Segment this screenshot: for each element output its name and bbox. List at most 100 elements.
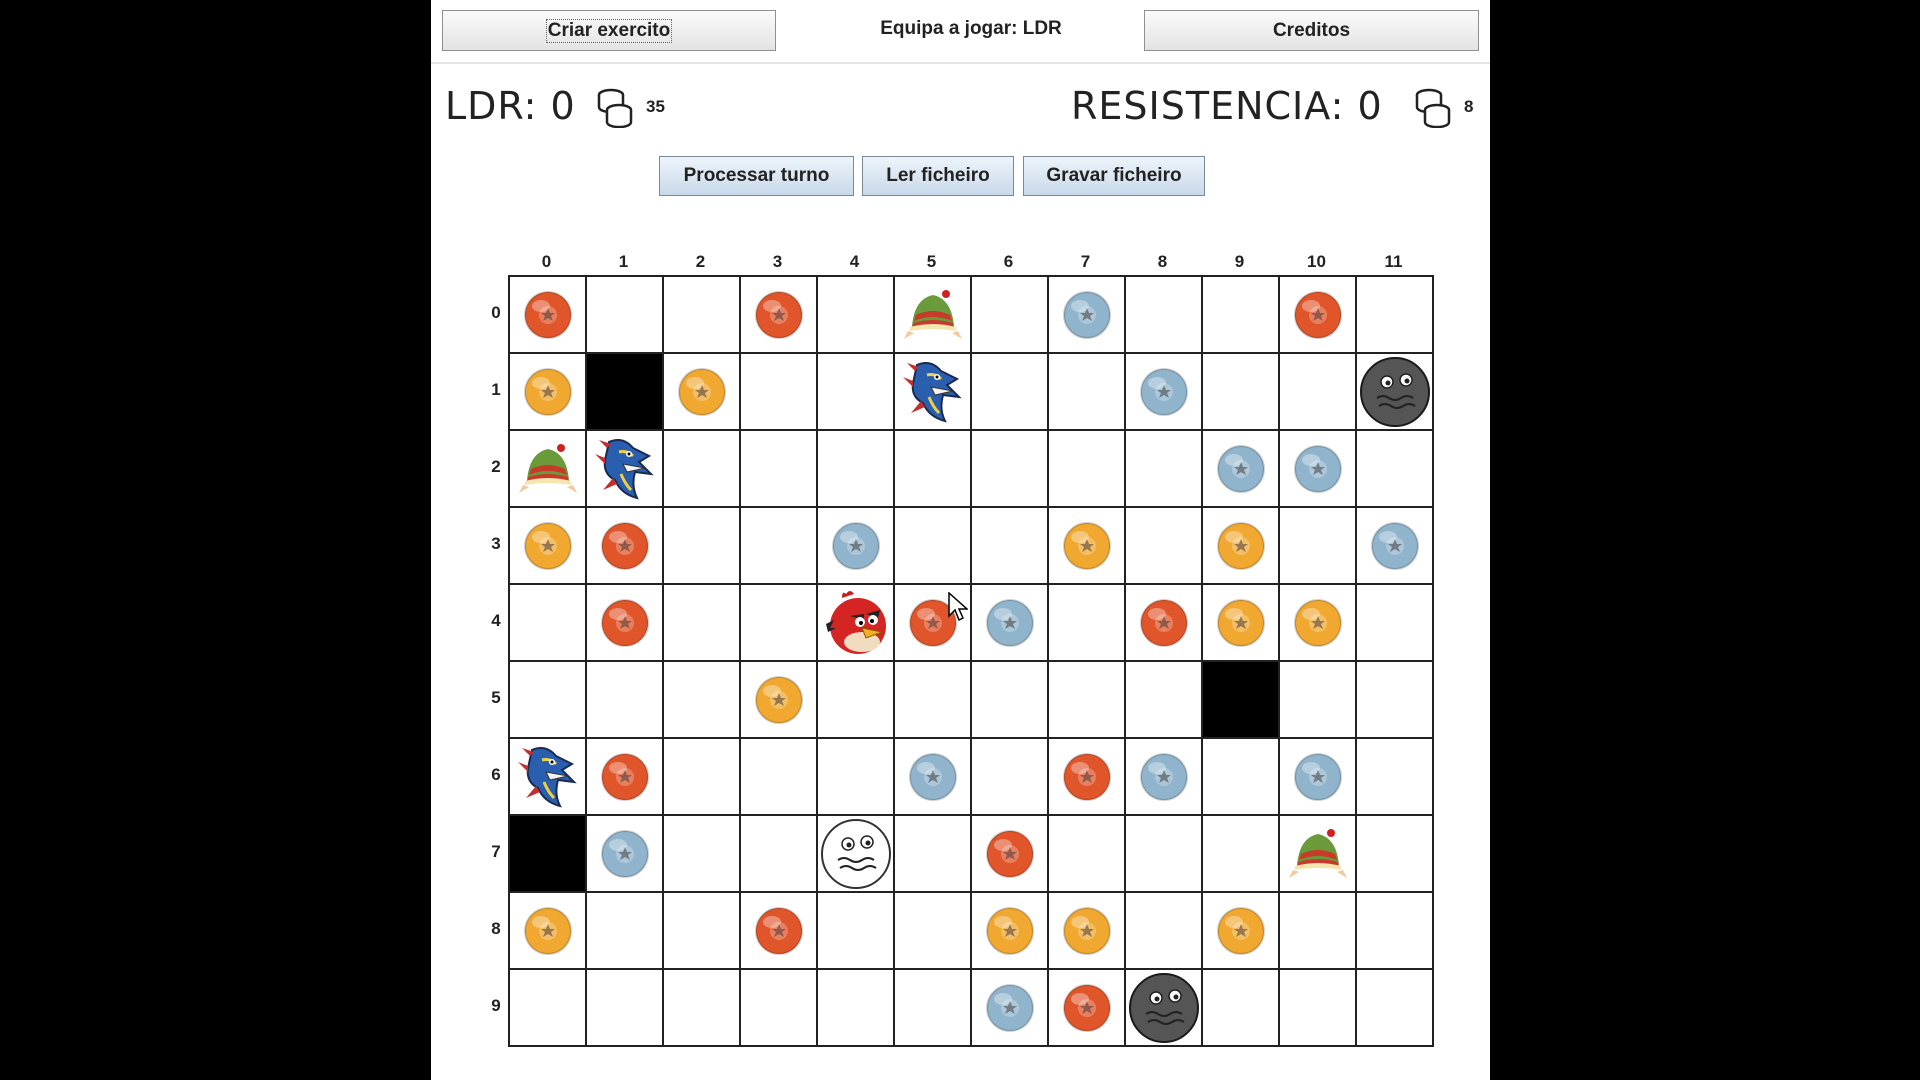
board-cell[interactable] bbox=[895, 354, 972, 431]
board-cell[interactable] bbox=[895, 508, 972, 585]
board-cell[interactable] bbox=[664, 893, 741, 970]
board-cell[interactable] bbox=[1280, 662, 1357, 739]
board-cell[interactable] bbox=[972, 739, 1049, 816]
board-cell[interactable] bbox=[741, 585, 818, 662]
board-cell[interactable] bbox=[1203, 739, 1280, 816]
board-cell[interactable] bbox=[895, 431, 972, 508]
board-cell[interactable] bbox=[741, 508, 818, 585]
board-cell[interactable] bbox=[587, 508, 664, 585]
board-cell[interactable] bbox=[1126, 739, 1203, 816]
board-cell[interactable] bbox=[1203, 508, 1280, 585]
board-cell[interactable] bbox=[664, 739, 741, 816]
board-cell[interactable] bbox=[510, 277, 587, 354]
board-cell[interactable] bbox=[1049, 277, 1126, 354]
board-cell[interactable] bbox=[1049, 893, 1126, 970]
board-cell[interactable] bbox=[895, 739, 972, 816]
board-cell[interactable] bbox=[1049, 508, 1126, 585]
board-cell[interactable] bbox=[1126, 277, 1203, 354]
board-cell[interactable] bbox=[1357, 354, 1434, 431]
board-cell[interactable] bbox=[1049, 739, 1126, 816]
board-cell[interactable] bbox=[664, 662, 741, 739]
read-file-button[interactable]: Ler ficheiro bbox=[862, 156, 1014, 196]
board-cell[interactable] bbox=[1280, 970, 1357, 1047]
wall-cell[interactable] bbox=[510, 816, 587, 893]
board-cell[interactable] bbox=[818, 970, 895, 1047]
board-cell[interactable] bbox=[895, 970, 972, 1047]
board-cell[interactable] bbox=[1280, 508, 1357, 585]
board-cell[interactable] bbox=[972, 970, 1049, 1047]
board-cell[interactable] bbox=[664, 508, 741, 585]
wall-cell[interactable] bbox=[1203, 662, 1280, 739]
save-file-button[interactable]: Gravar ficheiro bbox=[1023, 156, 1205, 196]
board-cell[interactable] bbox=[1357, 662, 1434, 739]
board-cell[interactable] bbox=[1049, 662, 1126, 739]
board-cell[interactable] bbox=[1126, 970, 1203, 1047]
board-cell[interactable] bbox=[818, 354, 895, 431]
board-cell[interactable] bbox=[972, 816, 1049, 893]
board-cell[interactable] bbox=[510, 893, 587, 970]
wall-cell[interactable] bbox=[587, 354, 664, 431]
board-cell[interactable] bbox=[741, 739, 818, 816]
board-cell[interactable] bbox=[1280, 431, 1357, 508]
board-cell[interactable] bbox=[741, 970, 818, 1047]
board-cell[interactable] bbox=[510, 431, 587, 508]
board-cell[interactable] bbox=[818, 508, 895, 585]
board-cell[interactable] bbox=[1280, 354, 1357, 431]
board-cell[interactable] bbox=[664, 277, 741, 354]
board-cell[interactable] bbox=[1203, 354, 1280, 431]
board-cell[interactable] bbox=[818, 277, 895, 354]
board-cell[interactable] bbox=[1126, 431, 1203, 508]
board-cell[interactable] bbox=[587, 585, 664, 662]
board-cell[interactable] bbox=[741, 354, 818, 431]
board-cell[interactable] bbox=[1203, 816, 1280, 893]
board-cell[interactable] bbox=[895, 662, 972, 739]
board-cell[interactable] bbox=[1203, 277, 1280, 354]
board-cell[interactable] bbox=[587, 893, 664, 970]
board-cell[interactable] bbox=[587, 739, 664, 816]
board-cell[interactable] bbox=[510, 662, 587, 739]
board-cell[interactable] bbox=[510, 739, 587, 816]
board-cell[interactable] bbox=[972, 662, 1049, 739]
board-cell[interactable] bbox=[664, 585, 741, 662]
board-cell[interactable] bbox=[1203, 585, 1280, 662]
board-cell[interactable] bbox=[818, 431, 895, 508]
board-cell[interactable] bbox=[510, 970, 587, 1047]
board-cell[interactable] bbox=[741, 662, 818, 739]
board-cell[interactable] bbox=[972, 585, 1049, 662]
create-army-button[interactable]: Criar exercito bbox=[442, 10, 776, 51]
board-cell[interactable] bbox=[1126, 893, 1203, 970]
board-cell[interactable] bbox=[664, 431, 741, 508]
board-cell[interactable] bbox=[664, 816, 741, 893]
board-cell[interactable] bbox=[1357, 508, 1434, 585]
board-cell[interactable] bbox=[1357, 893, 1434, 970]
board-cell[interactable] bbox=[664, 970, 741, 1047]
board-cell[interactable] bbox=[1357, 816, 1434, 893]
board-cell[interactable] bbox=[895, 277, 972, 354]
board-cell[interactable] bbox=[972, 431, 1049, 508]
board-cell[interactable] bbox=[1280, 585, 1357, 662]
board-cell[interactable] bbox=[818, 662, 895, 739]
board-cell[interactable] bbox=[818, 893, 895, 970]
board-cell[interactable] bbox=[1280, 893, 1357, 970]
board-cell[interactable] bbox=[741, 893, 818, 970]
board-cell[interactable] bbox=[510, 508, 587, 585]
board-cell[interactable] bbox=[1049, 970, 1126, 1047]
board-cell[interactable] bbox=[972, 893, 1049, 970]
board-cell[interactable] bbox=[972, 354, 1049, 431]
board-cell[interactable] bbox=[587, 662, 664, 739]
board-cell[interactable] bbox=[1126, 354, 1203, 431]
board-cell[interactable] bbox=[1126, 508, 1203, 585]
board-cell[interactable] bbox=[1049, 585, 1126, 662]
board-cell[interactable] bbox=[1357, 970, 1434, 1047]
board-cell[interactable] bbox=[1280, 277, 1357, 354]
board-cell[interactable] bbox=[510, 354, 587, 431]
board-cell[interactable] bbox=[972, 508, 1049, 585]
board-cell[interactable] bbox=[895, 816, 972, 893]
board-cell[interactable] bbox=[664, 354, 741, 431]
board-cell[interactable] bbox=[818, 739, 895, 816]
board-cell[interactable] bbox=[741, 816, 818, 893]
board-cell[interactable] bbox=[818, 585, 895, 662]
board-cell[interactable] bbox=[1280, 816, 1357, 893]
board-cell[interactable] bbox=[895, 893, 972, 970]
board-cell[interactable] bbox=[1203, 431, 1280, 508]
